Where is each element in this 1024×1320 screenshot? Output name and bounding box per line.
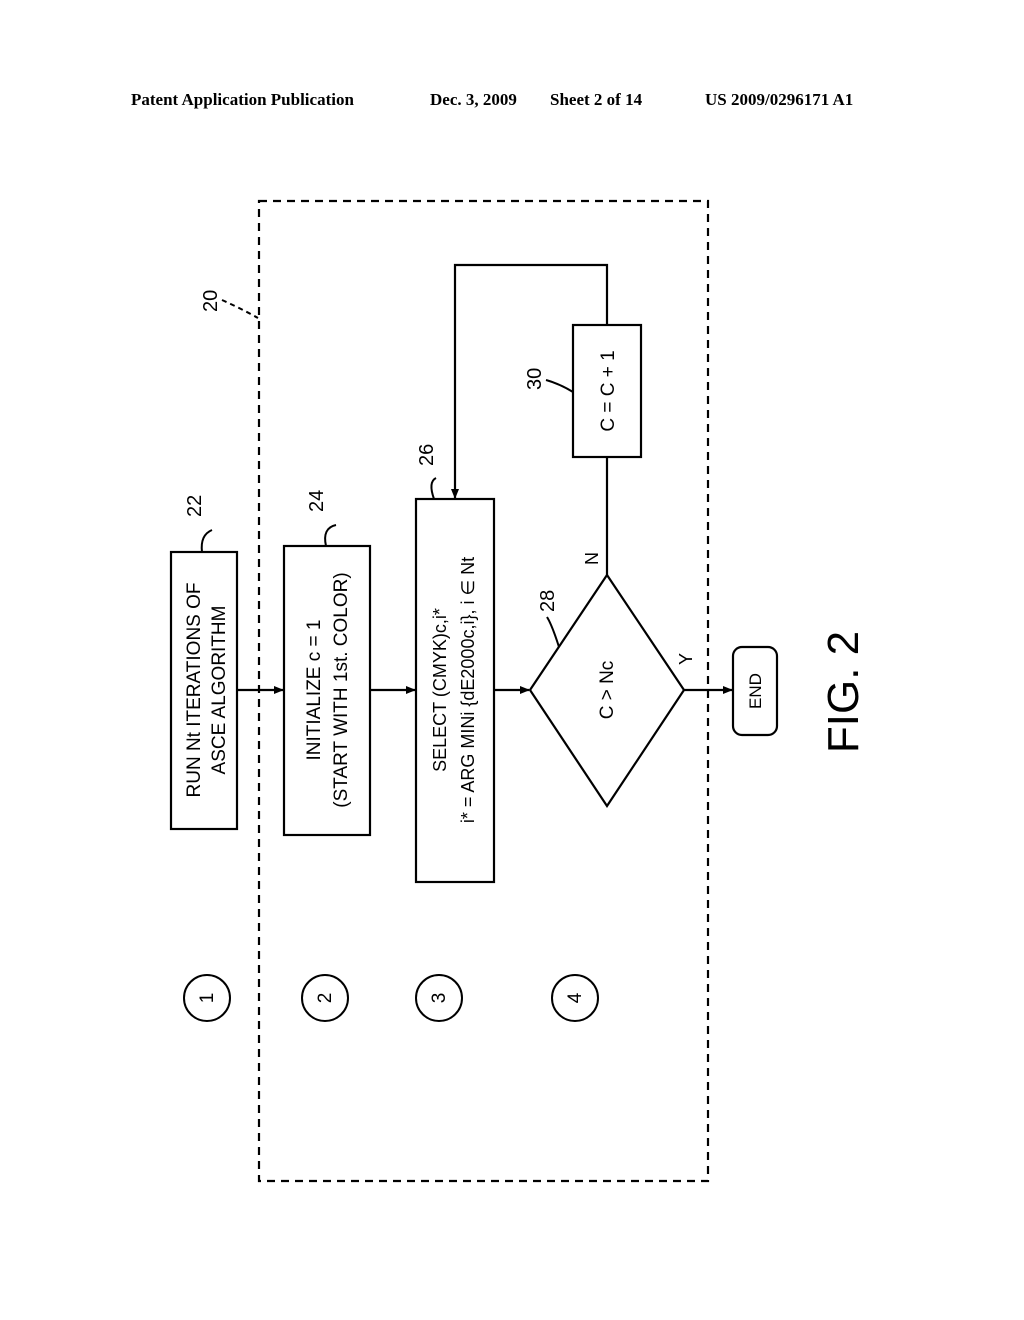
step-24-box	[282, 544, 372, 837]
step-30-leader	[545, 379, 574, 393]
step-22-line2: ASCE ALGORITHM	[209, 606, 230, 775]
step-24-ref: 24	[306, 490, 328, 512]
step-26-ref: 26	[416, 444, 438, 466]
stage-marker-2-label: 2	[315, 993, 336, 1004]
flowchart-figure: 20 22 RUN Nt ITERATIONS OF ASCE ALGORITH…	[169, 199, 868, 1183]
yes-branch-label: Y	[676, 653, 696, 665]
stage-marker-4-label: 4	[565, 992, 586, 1003]
step-24-leader	[324, 524, 337, 547]
step-24-line2: (START WITH 1st. COLOR)	[331, 572, 352, 807]
stage-marker-3: 3	[415, 974, 463, 1022]
stage-marker-2: 2	[301, 974, 349, 1022]
decision-28-leader	[546, 616, 560, 648]
figure-label: FIG. 2	[819, 631, 868, 753]
container-20-leader	[221, 299, 259, 319]
decision-28-condition: C > Nc	[597, 661, 618, 720]
step-26-line2: i* = ARG MINi {dE2000c,i}, i ∈ Nt	[458, 557, 478, 823]
decision-28-ref: 28	[537, 590, 559, 612]
stage-marker-1-label: 1	[197, 993, 218, 1004]
step-30-expression: C = C + 1	[598, 350, 619, 431]
step-24-line1: INITIALIZE c = 1	[304, 620, 325, 761]
step-22-ref: 22	[184, 495, 206, 517]
stage-marker-3-label: 3	[429, 993, 450, 1004]
step-22-line1: RUN Nt ITERATIONS OF	[184, 583, 205, 798]
step-22-leader	[200, 529, 213, 553]
stage-marker-1: 1	[183, 974, 231, 1022]
step-26-box	[414, 497, 496, 884]
no-branch-label: N	[582, 552, 602, 565]
step-26-line1: SELECT (CMYK)c,i*	[430, 608, 450, 772]
step-30-ref: 30	[524, 368, 546, 390]
end-terminal-label: END	[746, 673, 765, 709]
step-26-leader	[430, 477, 437, 500]
stage-marker-4: 4	[551, 974, 599, 1022]
container-20-ref: 20	[200, 290, 222, 312]
